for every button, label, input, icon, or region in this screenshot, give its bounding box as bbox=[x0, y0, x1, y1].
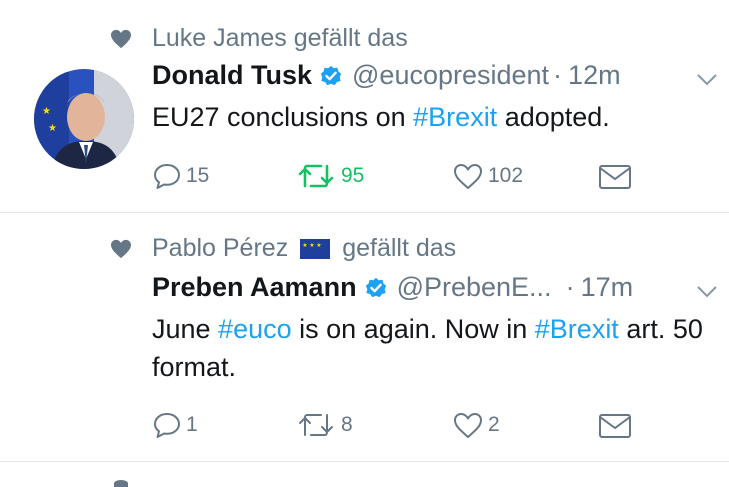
tweet[interactable]: Luke James gefällt das ★ ★ Donald Tusk @… bbox=[0, 0, 729, 212]
social-context-text: Luke James gefällt das bbox=[152, 24, 408, 52]
tweet-header: Donald Tusk @eucopresident · 12m bbox=[152, 60, 621, 91]
like-count: 2 bbox=[488, 413, 500, 436]
reply-button[interactable]: 15 bbox=[152, 162, 209, 190]
hashtag-link[interactable]: #euco bbox=[218, 314, 292, 344]
display-name[interactable]: Preben Aamann bbox=[152, 272, 357, 303]
retweet-button[interactable]: 8 bbox=[297, 411, 353, 439]
like-button[interactable]: 102 bbox=[452, 162, 523, 190]
direct-message-button[interactable] bbox=[598, 164, 636, 190]
reply-count: 15 bbox=[186, 164, 210, 187]
divider bbox=[0, 461, 729, 462]
retweet-count: 95 bbox=[341, 164, 365, 187]
tweet-text: June #euco is on again. Now in #Brexit a… bbox=[152, 310, 722, 386]
chevron-down-icon[interactable] bbox=[696, 73, 718, 87]
retweet-button[interactable]: 95 bbox=[297, 162, 364, 190]
hashtag-link[interactable]: #Brexit bbox=[413, 102, 497, 132]
tweet-text-segment: is on again. Now in bbox=[291, 314, 535, 344]
tweet-header: Preben Aamann @PrebenE... · 17m bbox=[152, 272, 633, 303]
timestamp[interactable]: 17m bbox=[581, 272, 634, 303]
svg-text:★: ★ bbox=[48, 123, 57, 134]
display-name[interactable]: Donald Tusk bbox=[152, 60, 312, 91]
social-context: Pablo Pérez gefällt das bbox=[110, 234, 456, 263]
separator-dot: · bbox=[553, 60, 563, 90]
tweet-text-segment: June bbox=[152, 314, 219, 344]
heart-icon bbox=[454, 164, 482, 189]
verified-icon bbox=[365, 277, 386, 297]
tweet[interactable]: Pablo Pérez gefällt das Preben Aamann @P… bbox=[0, 213, 729, 461]
reply-icon bbox=[154, 164, 180, 189]
handle[interactable]: @PrebenE... bbox=[397, 272, 552, 303]
avatar-image: ★ ★ bbox=[34, 69, 134, 169]
direct-message-button[interactable] bbox=[598, 413, 636, 439]
tweet-text-segment: EU27 conclusions on bbox=[152, 102, 414, 132]
reply-icon bbox=[154, 413, 180, 438]
like-button[interactable]: 2 bbox=[452, 411, 500, 439]
retweet-icon bbox=[298, 164, 334, 188]
heart-icon bbox=[111, 29, 131, 48]
next-tweet-partial bbox=[114, 480, 614, 487]
tweet-text-segment: adopted. bbox=[497, 102, 610, 132]
social-context: Luke James gefällt das bbox=[110, 24, 408, 53]
timestamp[interactable]: 12m bbox=[568, 60, 621, 91]
hashtag-link[interactable]: #Brexit bbox=[535, 314, 619, 344]
social-context-name: Pablo Pérez bbox=[152, 234, 289, 262]
reply-count: 1 bbox=[186, 413, 198, 436]
like-count: 102 bbox=[488, 164, 524, 187]
social-context-suffix: gefällt das bbox=[342, 234, 457, 262]
handle[interactable]: @eucopresident bbox=[352, 60, 549, 91]
tweet-text: EU27 conclusions on #Brexit adopted. bbox=[152, 98, 722, 136]
heart-icon bbox=[111, 239, 131, 258]
verified-icon bbox=[320, 65, 342, 85]
retweet-icon bbox=[299, 414, 333, 436]
retweet-count: 8 bbox=[341, 413, 353, 436]
envelope-icon bbox=[599, 414, 631, 438]
reply-button[interactable]: 1 bbox=[152, 411, 198, 439]
svg-text:★: ★ bbox=[42, 106, 51, 117]
separator-dot: · bbox=[565, 272, 575, 302]
avatar[interactable]: ★ ★ bbox=[34, 69, 134, 169]
heart-icon bbox=[454, 413, 482, 438]
chevron-down-icon[interactable] bbox=[696, 285, 718, 299]
eu-flag-icon bbox=[300, 238, 331, 259]
envelope-icon bbox=[599, 165, 631, 189]
